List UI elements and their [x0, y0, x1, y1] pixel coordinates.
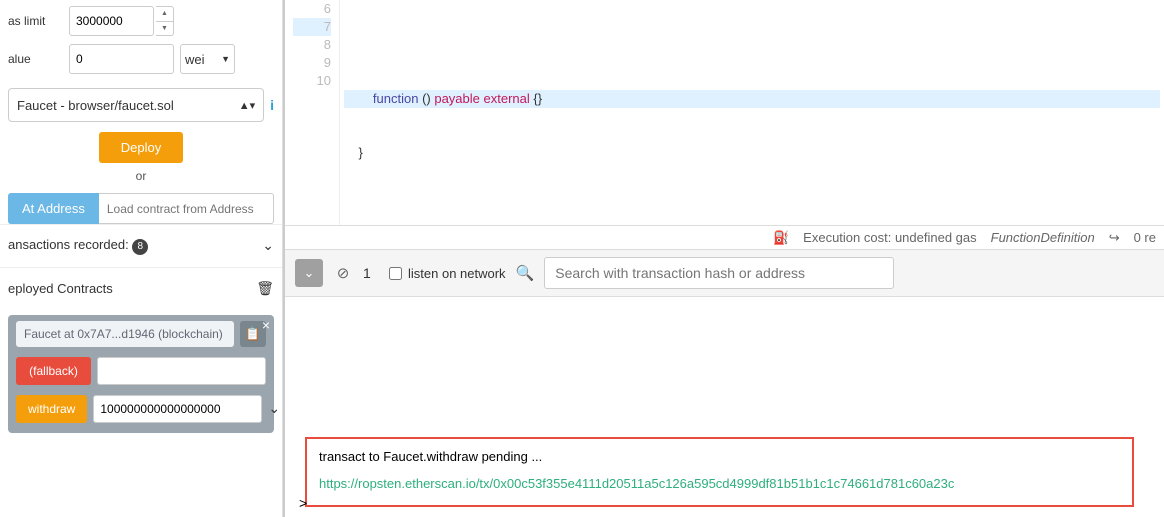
listen-checkbox[interactable]: [389, 267, 402, 280]
value-input[interactable]: [69, 44, 174, 74]
toggle-console-icon[interactable]: ⌄: [295, 259, 323, 287]
console-output[interactable]: transact to Faucet.withdraw pending ... …: [285, 297, 1164, 517]
trash-icon[interactable]: 🗑: [256, 280, 274, 297]
tx-link[interactable]: https://ropsten.etherscan.io/tx/0x00c53f…: [319, 476, 1120, 491]
deploy-button[interactable]: Deploy: [99, 132, 183, 163]
search-icon[interactable]: 🔍: [516, 264, 535, 282]
code-text: {}: [530, 91, 542, 106]
tx-recorded-label: ansactions recorded:: [8, 237, 129, 252]
fallback-input[interactable]: [97, 357, 266, 385]
console-prompt[interactable]: >: [299, 495, 307, 511]
or-label: or: [136, 169, 147, 183]
gas-pump-icon: ⛽: [773, 230, 789, 246]
deployed-contracts-label: eployed Contracts: [8, 281, 113, 296]
value-unit-select[interactable]: wei ▼: [180, 44, 235, 74]
fallback-button[interactable]: (fallback): [16, 357, 91, 385]
contract-select[interactable]: Faucet - browser/faucet.sol ▲▾: [8, 88, 264, 122]
stepper-down-icon[interactable]: ▼: [156, 22, 173, 36]
code-content[interactable]: function () payable external {} }: [340, 0, 1164, 225]
gas-limit-input[interactable]: [69, 6, 154, 36]
at-address-button[interactable]: At Address: [8, 193, 99, 224]
chevron-down-icon: ▼: [221, 54, 230, 64]
instance-title[interactable]: Faucet at 0x7A7...d1946 (blockchain): [16, 321, 234, 347]
code-text: }: [344, 144, 1160, 162]
withdraw-button[interactable]: withdraw: [16, 395, 87, 423]
code-text: (): [418, 91, 434, 106]
keyword-payable: payable: [434, 91, 480, 106]
info-icon[interactable]: i: [270, 97, 274, 113]
line-number: 9: [293, 54, 331, 72]
stepper-up-icon[interactable]: ▲: [156, 7, 173, 22]
code-editor[interactable]: 6 7 8 9 10 function () payable external …: [285, 0, 1164, 225]
keyword-function: function: [373, 91, 419, 106]
share-icon[interactable]: ↪: [1109, 230, 1120, 246]
line-gutter: 6 7 8 9 10: [285, 0, 340, 225]
chevron-down-icon: ⌄: [262, 237, 274, 254]
at-address-input[interactable]: [99, 193, 274, 224]
withdraw-input[interactable]: [93, 395, 262, 423]
gas-limit-stepper[interactable]: ▲▼: [156, 6, 174, 36]
pending-count: 1: [363, 265, 379, 281]
node-type-label: FunctionDefinition: [991, 230, 1095, 245]
line-number: 7: [293, 18, 331, 36]
tx-recorded-badge: 8: [132, 239, 148, 255]
value-unit-label: wei: [185, 52, 205, 67]
clear-console-icon[interactable]: ⊘: [333, 264, 353, 282]
contract-select-label: Faucet - browser/faucet.sol: [17, 98, 174, 113]
execution-cost-label: Execution cost: undefined gas: [803, 230, 976, 245]
gas-limit-label: as limit: [8, 14, 63, 28]
updown-icon: ▲▾: [239, 99, 255, 112]
tx-pending-box: transact to Faucet.withdraw pending ... …: [305, 437, 1134, 507]
keyword-external: external: [480, 91, 530, 106]
search-input[interactable]: [544, 257, 894, 289]
transactions-recorded-header[interactable]: ansactions recorded: 8 ⌄: [0, 224, 282, 267]
editor-status-bar: ⛽ Execution cost: undefined gas Function…: [285, 225, 1164, 249]
ref-count-label: 0 re: [1134, 230, 1156, 245]
listen-network-toggle[interactable]: listen on network: [389, 266, 506, 281]
contract-instance: × Faucet at 0x7A7...d1946 (blockchain) 📋…: [8, 315, 274, 433]
deployed-contracts-header: eployed Contracts 🗑: [0, 267, 282, 309]
tx-message: transact to Faucet.withdraw pending ...: [319, 449, 1120, 464]
close-icon[interactable]: ×: [262, 317, 270, 333]
listen-label: listen on network: [408, 266, 506, 281]
line-number: 6: [293, 0, 331, 18]
chevron-down-icon[interactable]: ⌄: [268, 400, 280, 417]
line-number: 8: [293, 36, 331, 54]
line-number: 10: [293, 72, 331, 90]
console-toolbar: ⌄ ⊘ 1 listen on network 🔍: [285, 249, 1164, 297]
value-label: alue: [8, 52, 63, 66]
